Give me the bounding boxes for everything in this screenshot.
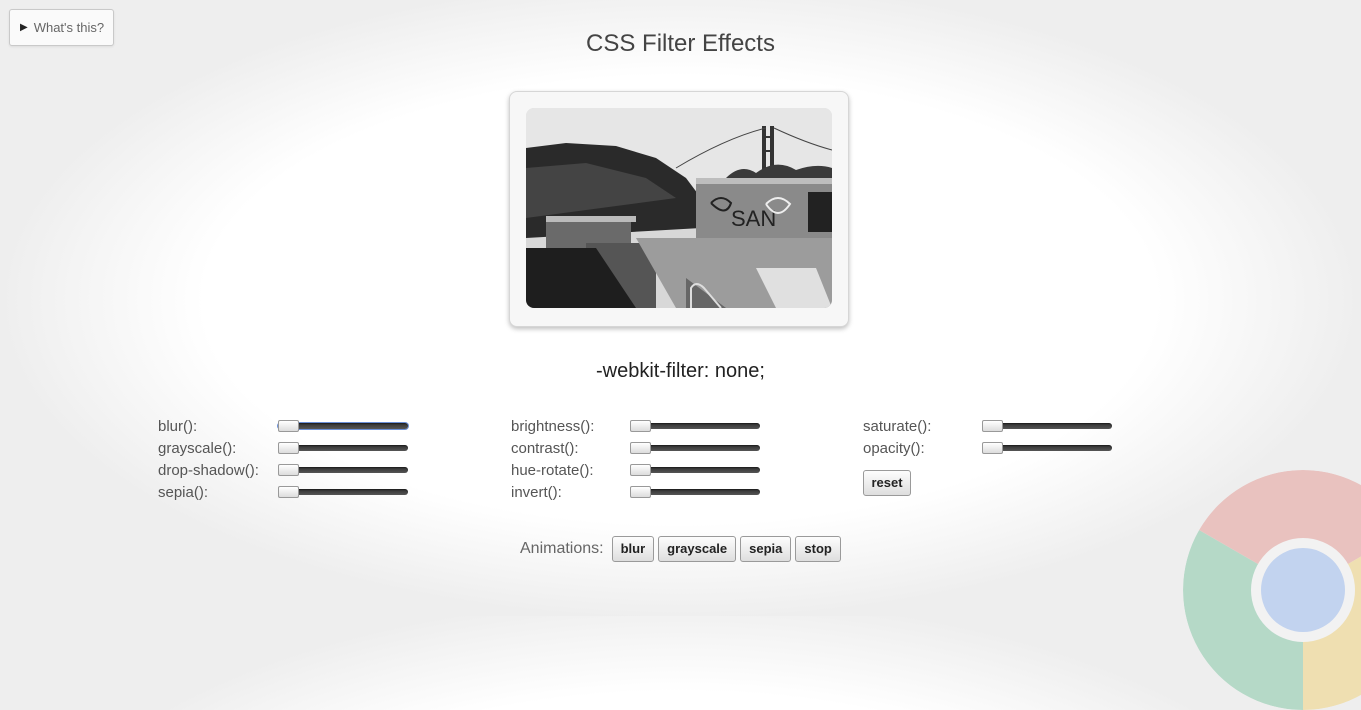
brightness-slider[interactable] [630, 420, 760, 432]
drop-shadow-label: drop-shadow(): [158, 461, 259, 479]
drop-shadow-slider[interactable] [278, 464, 408, 476]
control-row-invert: invert(): [511, 481, 760, 503]
animations-bar: Animations: blur grayscale sepia stop [520, 536, 841, 562]
slider-thumb[interactable] [982, 442, 1003, 454]
opacity-slider[interactable] [982, 442, 1112, 454]
page-title: CSS Filter Effects [586, 30, 775, 57]
sepia-slider[interactable] [278, 486, 408, 498]
contrast-label: contrast(): [511, 439, 579, 457]
chrome-logo-watermark [1183, 470, 1361, 710]
invert-label: invert(): [511, 483, 562, 501]
control-row-grayscale: grayscale(): [158, 437, 408, 459]
slider-thumb[interactable] [278, 420, 299, 432]
opacity-label: opacity(): [863, 439, 925, 457]
control-row-blur: blur(): [158, 415, 408, 437]
image-frame: SAN [509, 91, 849, 327]
control-row-contrast: contrast(): [511, 437, 760, 459]
control-row-sepia: sepia(): [158, 481, 408, 503]
filtered-photo: SAN [526, 108, 832, 308]
slider-thumb[interactable] [278, 442, 299, 454]
control-row-hue-rotate: hue-rotate(): [511, 459, 760, 481]
contrast-slider[interactable] [630, 442, 760, 454]
grayscale-label: grayscale(): [158, 439, 237, 457]
saturate-label: saturate(): [863, 417, 932, 435]
control-row-saturate: saturate(): [863, 415, 1112, 437]
animate-blur-button[interactable]: blur [611, 536, 655, 562]
control-row-drop-shadow: drop-shadow(): [158, 459, 408, 481]
filter-css-readout: -webkit-filter: none; [596, 360, 765, 382]
slider-thumb[interactable] [630, 464, 651, 476]
saturate-slider[interactable] [982, 420, 1112, 432]
animate-grayscale-button[interactable]: grayscale [658, 536, 737, 562]
grayscale-slider[interactable] [278, 442, 408, 454]
hue-rotate-slider[interactable] [630, 464, 760, 476]
blur-label: blur(): [158, 417, 198, 435]
sepia-label: sepia(): [158, 483, 209, 501]
slider-thumb[interactable] [278, 464, 299, 476]
control-group-col2: brightness(): contrast(): hue-rotate(): … [511, 415, 760, 503]
hue-rotate-label: hue-rotate(): [511, 461, 594, 479]
invert-slider[interactable] [630, 486, 760, 498]
reset-button[interactable]: reset [863, 470, 911, 496]
animate-sepia-button[interactable]: sepia [740, 536, 792, 562]
slider-thumb[interactable] [630, 442, 651, 454]
animations-label: Animations: [520, 540, 604, 557]
slider-thumb[interactable] [630, 486, 651, 498]
control-group-col3: saturate(): opacity(): [863, 415, 1112, 459]
control-group-col1: blur(): grayscale(): drop-shadow(): sepi… [158, 415, 408, 503]
slider-thumb[interactable] [982, 420, 1003, 432]
slider-thumb[interactable] [630, 420, 651, 432]
control-row-opacity: opacity(): [863, 437, 1112, 459]
brightness-label: brightness(): [511, 417, 595, 435]
blur-slider[interactable] [278, 420, 408, 432]
control-row-brightness: brightness(): [511, 415, 760, 437]
stop-animation-button[interactable]: stop [795, 536, 841, 562]
slider-thumb[interactable] [278, 486, 299, 498]
